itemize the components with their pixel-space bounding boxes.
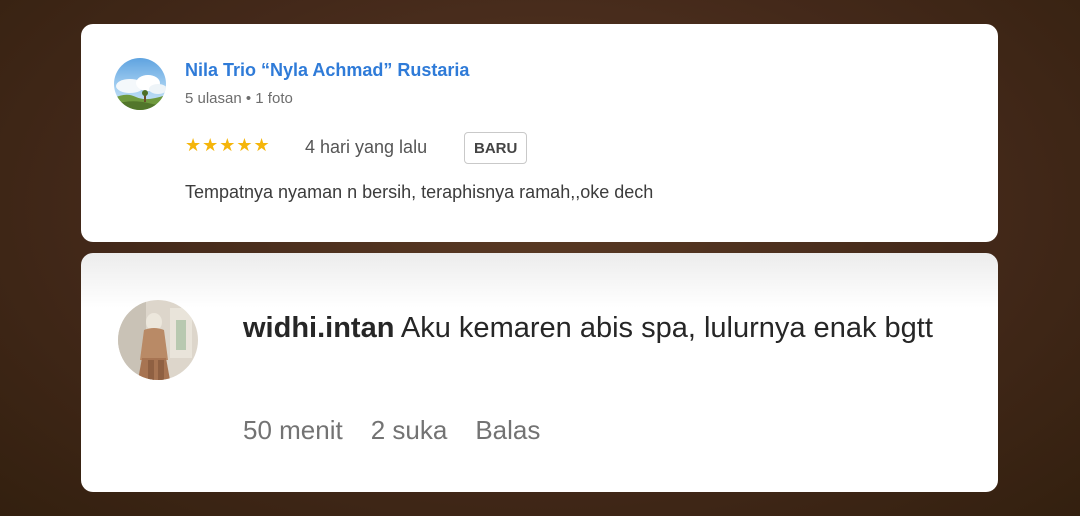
review-card: Nila Trio “Nyla Achmad” Rustaria 5 ulasa… [81, 24, 998, 242]
comment-likes[interactable]: 2 suka [371, 415, 448, 445]
reviewer-avatar[interactable] [114, 58, 166, 110]
comment-body: widhi.intan Aku kemaren abis spa, lulurn… [243, 305, 943, 351]
comment-username[interactable]: widhi.intan [243, 312, 394, 344]
review-time: 4 hari yang lalu [305, 137, 428, 157]
comment-card: widhi.intan Aku kemaren abis spa, lulurn… [81, 253, 998, 492]
review-text: Tempatnya nyaman n bersih, teraphisnya r… [185, 182, 654, 202]
reviewer-meta: 5 ulasan • 1 foto [185, 90, 293, 107]
commenter-avatar[interactable] [118, 300, 198, 380]
star-rating: ★★★★★ [185, 135, 271, 155]
commenter-avatar-image [118, 300, 198, 380]
comment-time: 50 menit [243, 415, 343, 445]
reply-button[interactable]: Balas [475, 415, 540, 445]
new-badge: BARU [464, 132, 528, 164]
reviewer-name-link[interactable]: Nila Trio “Nyla Achmad” Rustaria [185, 60, 469, 81]
comment-meta: 50 menit 2 suka Balas [243, 415, 568, 446]
comment-text: Aku kemaren abis spa, lulurnya enak bgtt [400, 312, 933, 344]
reviewer-avatar-image [114, 58, 166, 110]
